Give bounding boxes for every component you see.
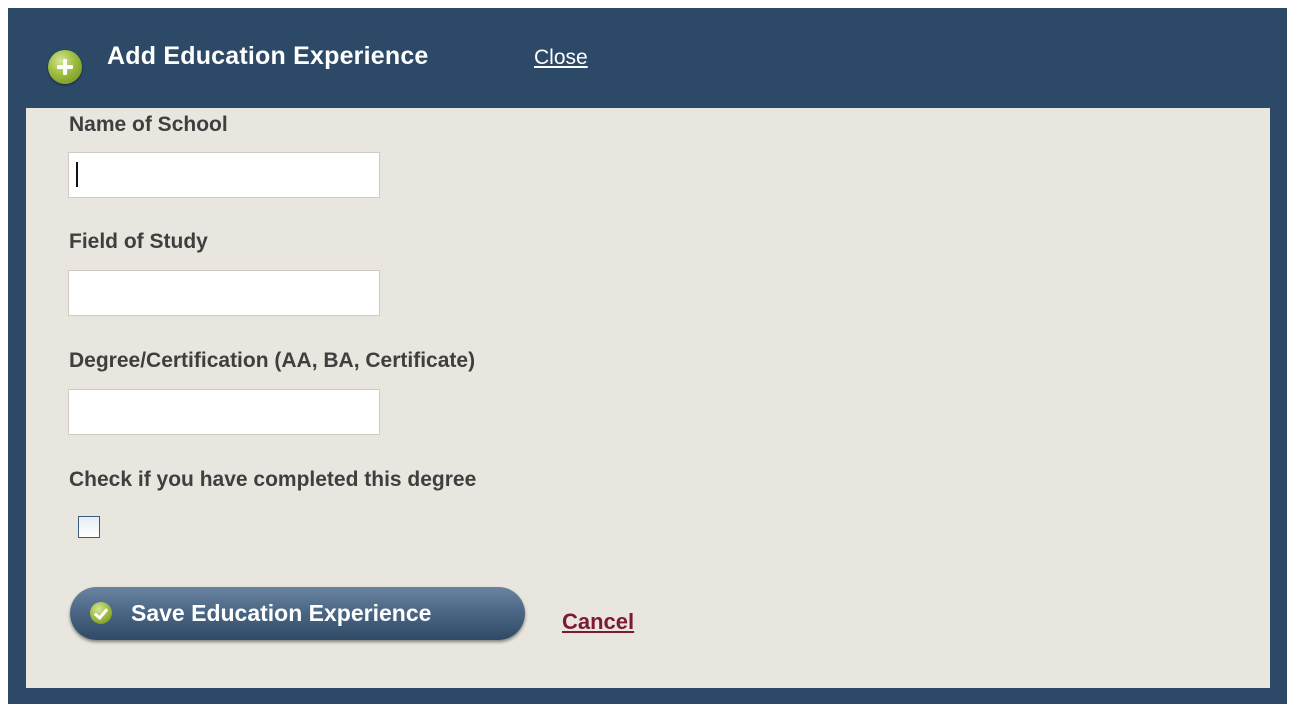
school-label: Name of School	[69, 113, 228, 136]
plus-circle-icon	[48, 50, 82, 84]
close-link[interactable]: Close	[534, 46, 588, 70]
text-cursor	[76, 162, 78, 187]
field-of-study-input[interactable]	[68, 270, 380, 316]
school-input[interactable]	[68, 152, 380, 198]
dialog-header: Add Education Experience Close	[8, 8, 1287, 108]
add-education-dialog: Add Education Experience Close Name of S…	[8, 8, 1287, 704]
form-panel: Name of School Field of Study Degree/Cer…	[26, 108, 1270, 688]
dialog-title: Add Education Experience	[107, 42, 429, 70]
check-circle-icon	[90, 602, 112, 624]
degree-input[interactable]	[68, 389, 380, 435]
completed-checkbox[interactable]	[78, 516, 100, 538]
completed-label: Check if you have completed this degree	[69, 468, 477, 491]
degree-label: Degree/Certification (AA, BA, Certificat…	[69, 349, 476, 372]
save-education-button[interactable]: Save Education Experience	[70, 587, 525, 640]
save-button-label: Save Education Experience	[131, 600, 432, 626]
cancel-link[interactable]: Cancel	[562, 609, 634, 635]
field-of-study-label: Field of Study	[69, 230, 208, 253]
